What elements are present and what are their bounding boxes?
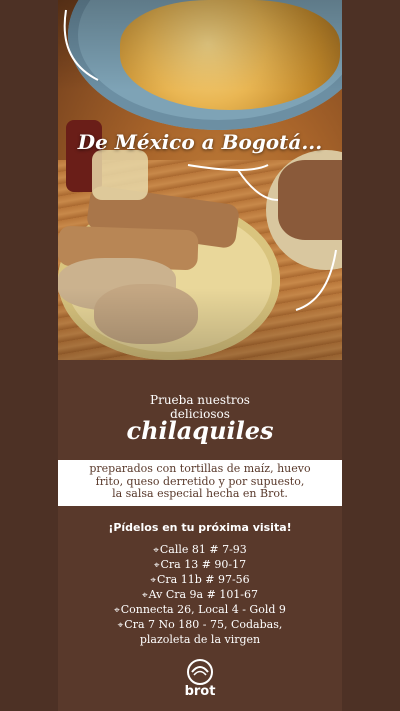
dish-name: chilaquiles [126, 416, 274, 445]
brand-name: brot [184, 684, 216, 699]
location-pin-icon: ⌖ [141, 590, 148, 601]
location-pin-icon: ⌖ [117, 620, 124, 631]
location-pin-icon: ⌖ [153, 560, 160, 571]
address-item: ⌖Connecta 26, Local 4 - Gold 9 [0, 603, 400, 618]
description-line: preparados con tortillas de maíz, huevo [89, 462, 311, 475]
address-list: ⌖Calle 81 # 7-93 ⌖Cra 13 # 90-17 ⌖Cra 11… [0, 543, 400, 647]
call-to-action: ¡Pídelos en tu próxima visita! [108, 521, 292, 534]
location-pin-icon: ⌖ [153, 545, 159, 556]
address-item: ⌖Cra 7 No 180 - 75, Codabas, [0, 618, 400, 633]
food-photo: De México a Bogotá... [58, 0, 342, 360]
address-text: Cra 13 # 90-17 [160, 558, 247, 571]
address-item: ⌖Calle 81 # 7-93 [0, 543, 400, 558]
address-item-tail: plazoleta de la virgen [139, 633, 261, 646]
location-pin-icon: ⌖ [150, 575, 156, 586]
address-text: Av Cra 9a # 101-67 [148, 588, 259, 601]
headline: De México a Bogotá... [77, 130, 323, 154]
address-text: Calle 81 # 7-93 [159, 543, 247, 556]
address-text: Cra 7 No 180 - 75, Codabas, [124, 618, 283, 631]
decorative-arcs [63, 9, 337, 311]
address-text: Connecta 26, Local 4 - Gold 9 [120, 603, 286, 616]
address-text: Cra 11b # 97-56 [156, 573, 250, 586]
address-item: ⌖Cra 13 # 90-17 [0, 558, 400, 573]
description: preparados con tortillas de maíz, huevo … [58, 462, 342, 501]
intro-text: Prueba nuestros [150, 393, 250, 407]
address-item: ⌖Cra 11b # 97-56 [0, 573, 400, 588]
description-line: la salsa especial hecha en Brot. [112, 487, 288, 500]
address-item: ⌖Av Cra 9a # 101-67 [0, 588, 400, 603]
location-pin-icon: ⌖ [114, 605, 120, 616]
